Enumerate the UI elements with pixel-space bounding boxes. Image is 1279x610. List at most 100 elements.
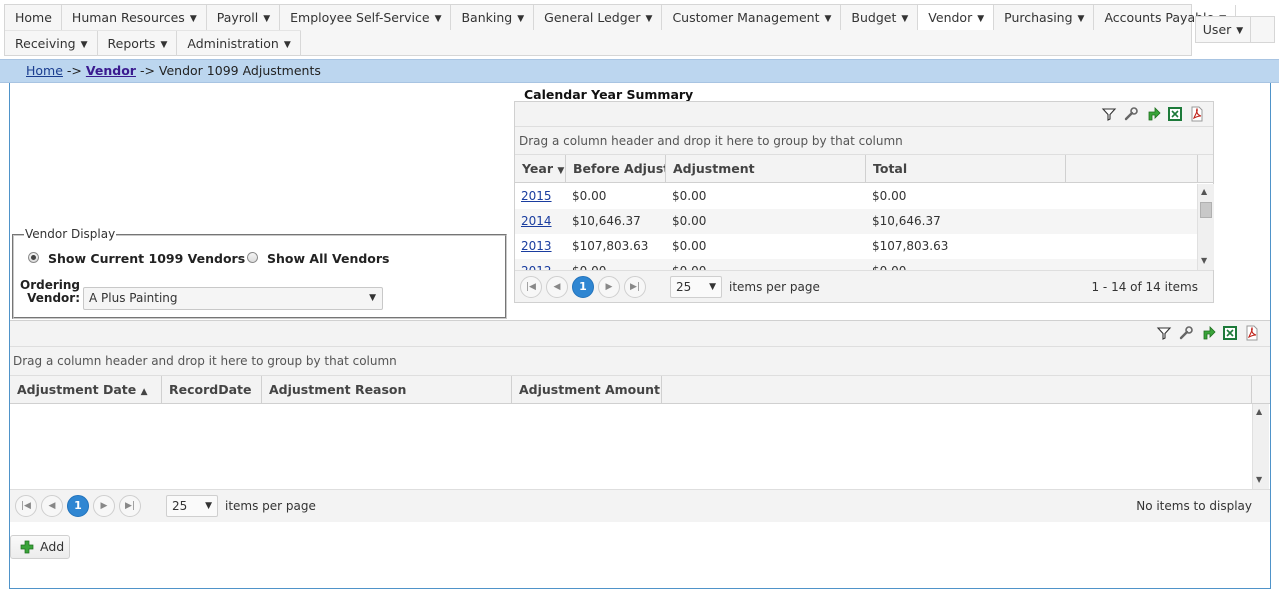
page-size-select[interactable]: 25 ▼: [670, 276, 722, 298]
ordering-vendor-label-line2: Vendor:: [27, 291, 80, 305]
cell-adjustment: $0.00: [672, 189, 707, 203]
cell-total: $0.00: [866, 259, 1066, 270]
show-current-1099-vendors-label[interactable]: Show Current 1099 Vendors: [48, 251, 245, 266]
menu-item-payroll[interactable]: Payroll ▼: [207, 5, 281, 30]
year-link[interactable]: 2015: [521, 189, 552, 203]
column-header-adjustment-reason[interactable]: Adjustment Reason: [262, 376, 512, 403]
wrench-icon[interactable]: [1123, 106, 1139, 122]
scroll-down-icon[interactable]: ▼: [1256, 475, 1262, 484]
menu-item-label: Human Resources: [71, 10, 185, 25]
column-header-total[interactable]: Total: [866, 155, 1066, 182]
excel-export-icon[interactable]: [1222, 325, 1238, 341]
column-header-record-date[interactable]: RecordDate: [162, 376, 262, 403]
column-header-label: Adjustment Date: [17, 382, 137, 397]
column-header-adjustment[interactable]: Adjustment: [666, 155, 866, 182]
ordering-vendor-select[interactable]: A Plus Painting ▼: [83, 287, 383, 310]
first-page-icon[interactable]: |◀: [15, 495, 37, 517]
column-header-adjustment-date[interactable]: Adjustment Date ▲: [10, 376, 162, 403]
menu-item-home[interactable]: Home: [5, 5, 62, 30]
wrench-icon[interactable]: [1178, 325, 1194, 341]
cell-year: 2012: [515, 259, 566, 270]
plus-icon: [20, 540, 34, 554]
menu-item-employee-self-service[interactable]: Employee Self-Service ▼: [280, 5, 452, 30]
menu-item-receiving[interactable]: Receiving ▼: [5, 31, 98, 56]
items-per-page-label: items per page: [729, 280, 820, 294]
adjustments-grid-pager: |◀ ◀ 1 ▶ ▶| 25 ▼ items per page No items …: [10, 489, 1270, 522]
current-page-button[interactable]: 1: [572, 276, 594, 298]
user-menu-button[interactable]: User ▼: [1196, 17, 1251, 42]
adjustments-grid-scrollbar[interactable]: ▲ ▼: [1252, 404, 1269, 489]
chevron-down-icon: ▼: [434, 14, 442, 24]
table-row[interactable]: 2015 $0.00 $0.00 $0.00: [515, 184, 1197, 209]
adjustments-grid-body: [10, 404, 1252, 489]
summary-grid-scrollbar[interactable]: ▲ ▼: [1197, 184, 1214, 270]
scrollbar-thumb[interactable]: [1200, 202, 1212, 218]
excel-export-icon[interactable]: [1167, 106, 1183, 122]
summary-grid-toolbar: [515, 102, 1213, 127]
chevron-down-icon: ▼: [263, 14, 271, 24]
menu-item-banking[interactable]: Banking ▼: [451, 5, 535, 30]
menu-item-administration[interactable]: Administration ▼: [177, 31, 301, 56]
ordering-vendor-label-line1: Ordering: [20, 278, 81, 292]
column-header-year[interactable]: Year ▼: [515, 155, 566, 182]
main-menu-bar: Home Human Resources ▼ Payroll ▼ Employee Sel…: [4, 4, 1237, 56]
filter-icon[interactable]: [1156, 325, 1172, 341]
menu-item-label: Administration: [187, 36, 279, 51]
menu-item-label: Budget: [851, 10, 897, 25]
column-header-label: Year: [522, 161, 553, 176]
menu-item-reports[interactable]: Reports ▼: [98, 31, 178, 56]
last-page-icon[interactable]: ▶|: [119, 495, 141, 517]
table-row[interactable]: 2014 $10,646.37 $0.00 $10,646.37: [515, 209, 1197, 234]
show-current-1099-vendors-radio[interactable]: [28, 252, 39, 263]
breadcrumb-vendor-link[interactable]: Vendor: [86, 63, 136, 78]
next-page-icon[interactable]: ▶: [93, 495, 115, 517]
menu-item-purchasing[interactable]: Purchasing ▼: [994, 5, 1095, 30]
menu-item-label: Employee Self-Service: [290, 10, 430, 25]
scroll-up-icon[interactable]: ▲: [1256, 407, 1262, 416]
refresh-icon[interactable]: [1145, 106, 1161, 122]
breadcrumb-home-link[interactable]: Home: [26, 63, 63, 78]
user-menu-label: User: [1202, 22, 1232, 37]
ordering-vendor-label: Ordering Vendor:: [20, 279, 80, 305]
last-page-icon[interactable]: ▶|: [624, 276, 646, 298]
vendor-adjustments-grid: Drag a column header and drop it here to…: [10, 320, 1270, 522]
menu-item-budget[interactable]: Budget ▼: [841, 5, 919, 30]
scroll-down-icon[interactable]: ▼: [1201, 256, 1207, 265]
scroll-up-icon[interactable]: ▲: [1201, 187, 1207, 196]
table-row[interactable]: 2013 $107,803.63 $0.00 $107,803.63: [515, 234, 1197, 259]
chevron-down-icon: ▼: [645, 14, 653, 24]
summary-group-drop-area[interactable]: Drag a column header and drop it here to…: [515, 127, 1213, 155]
chevron-down-icon: ▼: [1077, 14, 1085, 24]
column-header-adjustment-amount[interactable]: Adjustment Amount: [512, 376, 662, 403]
menu-item-general-ledger[interactable]: General Ledger ▼: [534, 5, 663, 30]
summary-grid-header: Year ▼ Before Adjust Adjustment Total: [515, 155, 1213, 183]
show-all-vendors-label[interactable]: Show All Vendors: [267, 251, 390, 266]
next-page-icon[interactable]: ▶: [598, 276, 620, 298]
year-link[interactable]: 2013: [521, 239, 552, 253]
chevron-down-icon: ▼: [369, 293, 376, 303]
menu-item-customer-management[interactable]: Customer Management ▼: [662, 5, 842, 30]
first-page-icon[interactable]: |◀: [520, 276, 542, 298]
filter-icon[interactable]: [1101, 106, 1117, 122]
menu-item-human-resources[interactable]: Human Resources ▼: [62, 5, 207, 30]
previous-page-icon[interactable]: ◀: [41, 495, 63, 517]
menu-item-vendor[interactable]: Vendor ▼: [918, 5, 995, 30]
page-size-select[interactable]: 25 ▼: [166, 495, 218, 517]
column-header-filler: [1066, 155, 1198, 182]
breadcrumb-separator: ->: [139, 63, 155, 78]
show-all-vendors-radio[interactable]: [247, 252, 258, 263]
pdf-export-icon[interactable]: [1189, 106, 1205, 122]
previous-page-icon[interactable]: ◀: [546, 276, 568, 298]
current-page-button[interactable]: 1: [67, 495, 89, 517]
cell-before: $10,646.37: [572, 214, 641, 228]
column-header-before-adjust[interactable]: Before Adjust: [566, 155, 666, 182]
refresh-icon[interactable]: [1200, 325, 1216, 341]
page-size-value: 25: [676, 280, 692, 294]
add-button[interactable]: Add: [10, 535, 70, 559]
adjustments-group-drop-area[interactable]: Drag a column header and drop it here to…: [10, 347, 1270, 376]
pdf-export-icon[interactable]: [1244, 325, 1260, 341]
table-row[interactable]: 2012$0.00$0.00$0.00: [515, 259, 1197, 270]
cell-adjustment: $0.00: [672, 214, 707, 228]
year-link[interactable]: 2014: [521, 214, 552, 228]
chevron-down-icon: ▼: [160, 40, 168, 50]
